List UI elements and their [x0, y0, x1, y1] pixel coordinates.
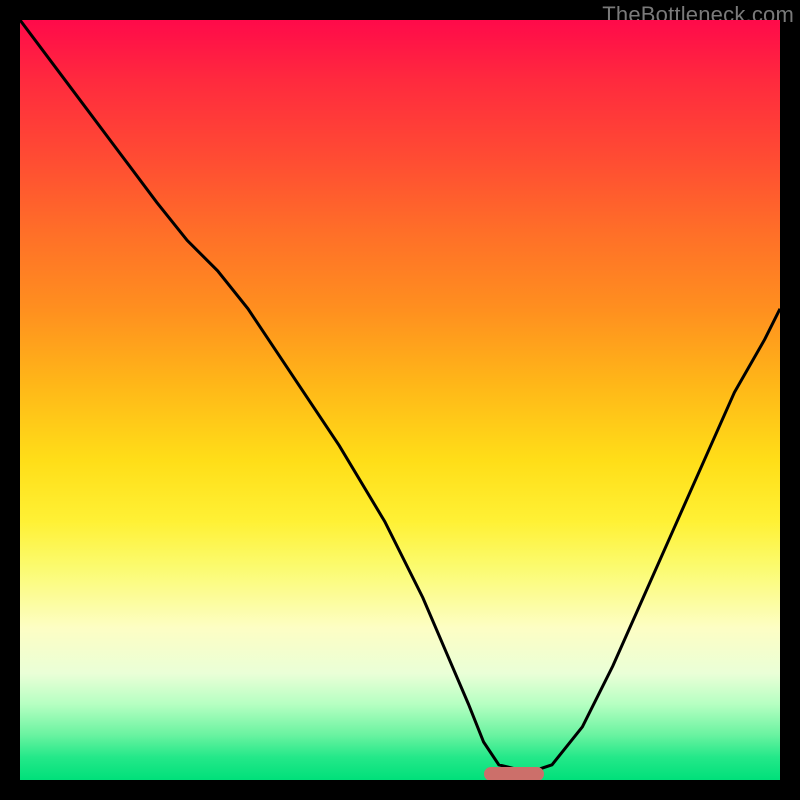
chart-container: TheBottleneck.com — [0, 0, 800, 800]
curve-svg — [20, 20, 780, 780]
plot-area — [20, 20, 780, 780]
bottleneck-curve — [20, 20, 780, 772]
optimum-marker — [484, 767, 545, 780]
